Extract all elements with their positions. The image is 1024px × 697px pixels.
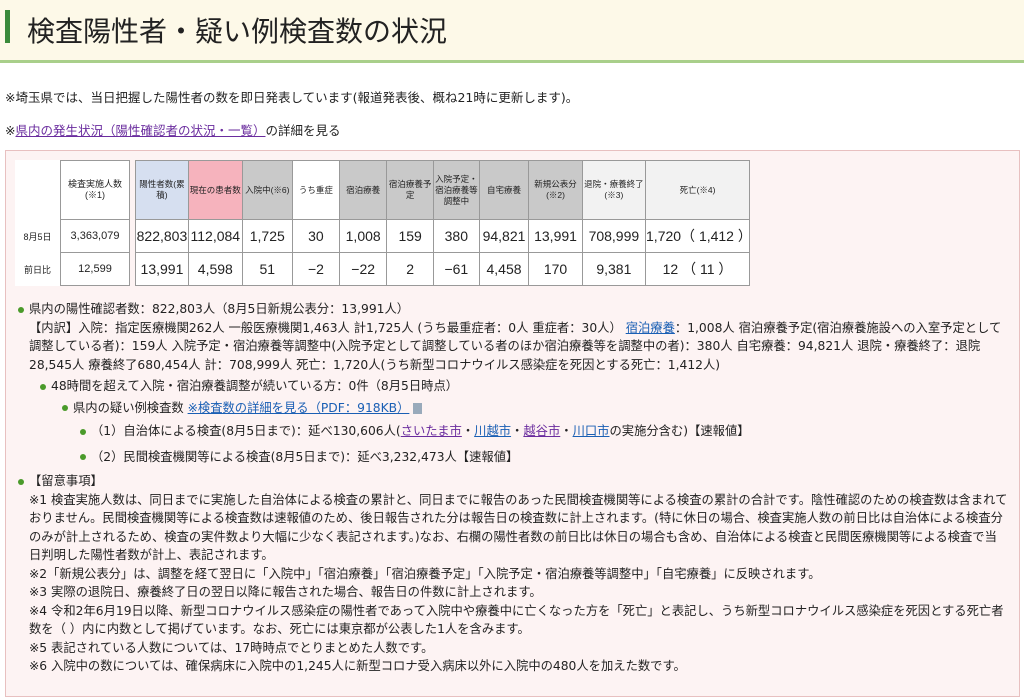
tested-header: 検査実施人数(※1) <box>60 160 130 220</box>
table-cell: 1,725 <box>241 219 293 253</box>
table-cell: 4,598 <box>187 252 243 286</box>
bullet-icon <box>80 428 86 435</box>
update-notice: ※埼玉県では、当日把握した陽性者の数を即日発表しています(報道発表後、概ね21時… <box>5 90 579 105</box>
note-item: ※4 令和2年6月19日以降、新型コロナウイルス感染症の陽性者であって入院中や療… <box>29 603 1004 637</box>
column-header: うち重症 <box>291 160 341 220</box>
notes-list: ※1 検査実施人数は、同日までに実施した自治体による検査の累計と、同日までに報告… <box>18 491 1008 676</box>
adjustment-48h: 48時間を超えて入院・宿泊療養調整が続いている方：0件（8月5日時点） <box>51 379 459 393</box>
hotel-care-link[interactable]: 宿泊療養 <box>626 321 675 335</box>
table-cell: 94,821 <box>478 219 530 253</box>
kawagoe-link[interactable]: 川越市 <box>474 424 511 438</box>
table-cell: 12 （ 11 ） <box>645 252 750 286</box>
tested-value: 3,363,079 <box>60 219 130 253</box>
local-tests-suffix: の実施分含む)【速報値】 <box>609 424 750 438</box>
bullet-icon <box>18 306 24 313</box>
note-item: ※6 入院中の数については、確保病床に入院中の1,245人に新型コロナ受入病床以… <box>29 659 686 673</box>
table-cell: 1,720（ 1,412 ） <box>645 219 752 253</box>
tested-table: 検査実施人数(※1) 8月5日 3,363,079 前日比 12,599 <box>15 160 130 286</box>
kawaguchi-link[interactable]: 川口市 <box>573 424 610 438</box>
table-cell: −2 <box>291 252 341 286</box>
breakdown-text: 【内訳】入院：指定医療機関262人 一般医療機関1,463人 計1,725人 (… <box>29 320 626 335</box>
table-cell: 51 <box>241 252 293 286</box>
table-cell: 2 <box>386 252 434 286</box>
bullet-icon <box>62 405 68 411</box>
saitama-link[interactable]: さいたま市 <box>401 424 462 438</box>
private-tests: （2）民間検査機関等による検査(8月5日まで)：延べ3,232,473人【速報値… <box>91 449 519 464</box>
header-accent-bar <box>5 10 10 43</box>
detail-line: ※県内の発生状況（陽性確認者の状況・一覧）の詳細を見る <box>5 120 341 139</box>
note-item: ※5 表記されている人数については、17時時点でとりまとめた人数です。 <box>29 640 434 655</box>
page-header: 検査陽性者・疑い例検査数の状況 <box>0 0 1024 63</box>
bullet-icon <box>80 454 86 460</box>
table-cell: −22 <box>339 252 388 286</box>
suspect-label: 県内の疑い例検査数 <box>73 400 188 415</box>
table-cell: 1,008 <box>339 219 388 253</box>
koshigaya-link[interactable]: 越谷市 <box>523 424 560 438</box>
bullet-icon <box>18 478 24 485</box>
table-cell: 4,458 <box>478 252 530 286</box>
positive-total: 県内の陽性確認者数：822,803人（8月5日新規公表分：13,991人） <box>29 302 410 316</box>
bullet-icon <box>40 383 46 390</box>
note-item: ※3 実際の退院日、療養終了日の翌日以降に報告された場合、報告日の件数に計上され… <box>29 585 542 599</box>
outbreak-status-link[interactable]: 県内の発生状況（陽性確認者の状況・一覧） <box>15 123 265 138</box>
tested-diff: 12,599 <box>60 252 130 286</box>
column-header: 現在の患者数 <box>187 160 243 220</box>
table-cell: 170 <box>528 252 583 286</box>
suffix: の詳細を見る <box>265 123 341 138</box>
table-cell: 159 <box>386 219 434 253</box>
row-label: 前日比 <box>23 264 51 275</box>
table-cell: 112,084 <box>187 219 243 253</box>
table-cell: 30 <box>291 219 341 253</box>
table-cell: 822,803 <box>135 219 189 253</box>
table-cell: 13,991 <box>135 252 189 286</box>
column-header: 陽性者数(累積) <box>135 160 189 220</box>
column-header: 入院予定・宿泊療養等調整中 <box>432 160 480 220</box>
column-header: 宿泊療養 <box>339 160 388 220</box>
table-cell: 708,999 <box>581 219 647 253</box>
test-details-pdf-link[interactable]: ※検査数の詳細を見る（PDF：918KB） <box>188 401 410 415</box>
table-cell: 380 <box>432 219 480 253</box>
table-cell: 9,381 <box>581 252 647 286</box>
pdf-icon <box>413 402 423 414</box>
column-header: 宿泊療養予定 <box>386 160 434 220</box>
local-tests: （1）自治体による検査(8月5日まで)：延べ130,606人( <box>91 424 401 438</box>
column-header: 死亡(※4) <box>645 160 750 220</box>
page-title: 検査陽性者・疑い例検査数の状況 <box>27 15 448 48</box>
row-label: 8月5日 <box>23 231 52 242</box>
notes-title: 【留意事項】 <box>29 474 103 488</box>
positive-table: 陽性者数(累積) 現在の患者数 入院中(※6) うち重症 宿泊療養 宿泊療養予定 入院予定・… <box>135 160 752 286</box>
note-item: ※1 検査実施人数は、同日までに実施した自治体による検査の累計と、同日までに報告… <box>29 492 1008 563</box>
table-cell: 13,991 <box>528 219 583 253</box>
column-header: 新規公表分(※2) <box>528 160 583 220</box>
column-header: 退院・療養終了(※3) <box>581 160 647 220</box>
table-cell: −61 <box>432 252 480 286</box>
column-header: 入院中(※6) <box>241 160 293 220</box>
prefix: ※ <box>5 123 16 138</box>
note-item: ※2「新規公表分」は、調整を経て翌日に「入院中」「宿泊療養」「宿泊療養予定」「入… <box>29 566 821 581</box>
summary-section: 県内の陽性確認者数：822,803人（8月5日新規公表分：13,991人） 【内… <box>18 300 1008 676</box>
column-header: 自宅療養 <box>478 160 530 220</box>
